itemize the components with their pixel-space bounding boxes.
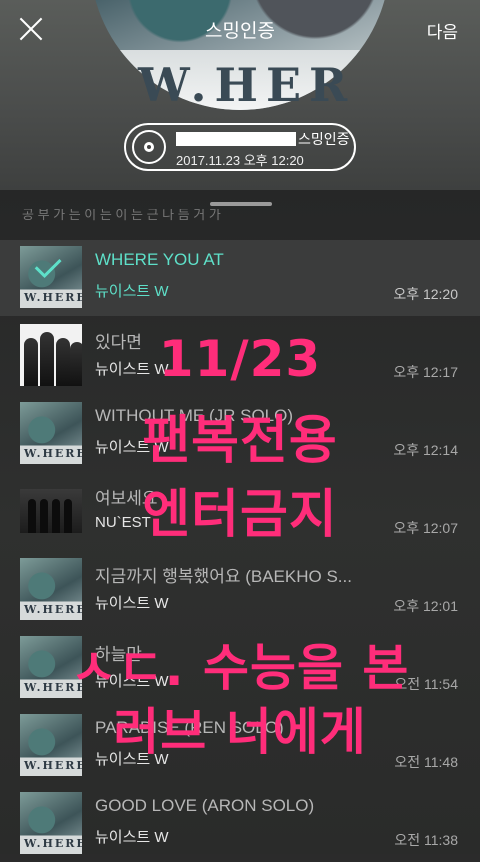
album-thumbnail: W.HERE <box>20 558 82 620</box>
overlay-date: 11/23 <box>158 330 322 388</box>
cert-datetime: 2017.11.23 오후 12:20 <box>176 153 304 168</box>
header-area: W.HER 스밍인증 다음 스밍인증 2017.11.23 오후 12:20 <box>0 0 480 190</box>
song-title: GOOD LOVE (ARON SOLO) <box>95 796 315 815</box>
album-thumbnail: W.HERE <box>20 792 82 854</box>
check-icon <box>34 262 64 282</box>
page-title: 스밍인증 <box>205 21 275 42</box>
played-time: 오후 12:20 <box>393 286 458 302</box>
list-item[interactable]: W.HERE WHERE YOU AT 뉴이스트 W 오후 12:20 <box>0 240 480 316</box>
cover-text: W.HER <box>138 58 356 112</box>
streaming-cert-badge: 스밍인증 2017.11.23 오후 12:20 <box>124 123 356 171</box>
next-button[interactable]: 다음 <box>427 18 458 43</box>
album-thumbnail: W.HERE <box>20 246 82 308</box>
artist-name: 뉴이스트 W <box>95 829 169 846</box>
song-title: WHERE YOU AT <box>95 250 224 269</box>
partial-header-text: 공 부 가 는 이 는 이 는 근 나 듬 거 가 <box>22 209 221 221</box>
played-time: 오후 12:01 <box>393 598 458 614</box>
artist-name: 뉴이스트 W <box>95 595 169 612</box>
list-item[interactable]: W.HERE 지금까지 행복했어요 (BAEKHO S... 뉴이스트 W 오후… <box>0 552 480 628</box>
list-item[interactable]: W.HERE GOOD LOVE (ARON SOLO) 뉴이스트 W 오전 1… <box>0 786 480 862</box>
artist-name: 뉴이스트 W <box>95 283 169 300</box>
overlay-line-exam: ㅅㄷ. 수능을 본 <box>70 639 410 697</box>
drag-handle[interactable] <box>210 202 272 206</box>
song-title: 지금까지 행복했어요 (BAEKHO S... <box>95 567 352 586</box>
played-time: 오전 11:38 <box>394 832 458 848</box>
overlay-line-no-entertainment: 엔터금지 <box>142 485 338 545</box>
overlay-line-love: 러브 너에게 <box>113 703 367 761</box>
cert-label: 스밍인증 <box>298 131 350 147</box>
overlay-line-fan-only: 팬복전용 <box>142 411 338 471</box>
disc-icon <box>132 130 166 164</box>
redacted-username <box>176 132 296 146</box>
